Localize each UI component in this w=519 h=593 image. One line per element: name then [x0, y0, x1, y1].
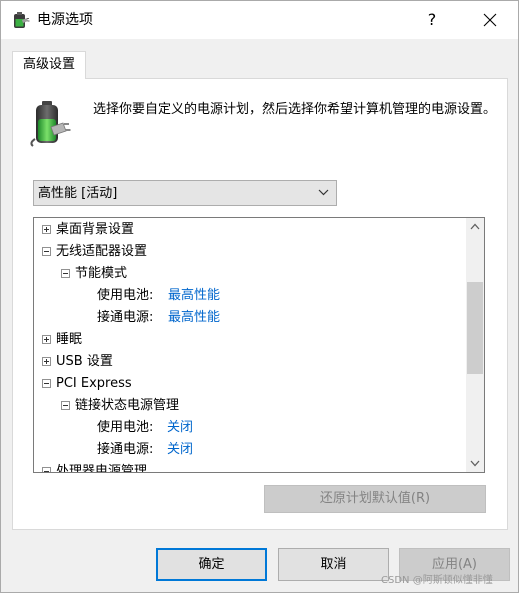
tree-item-label: 睡眠: [56, 332, 83, 347]
title-bar[interactable]: 电源选项 ?: [1, 1, 518, 39]
chevron-down-icon: [470, 460, 480, 467]
restore-defaults-button[interactable]: 还原计划默认值(R): [264, 485, 486, 513]
close-icon: [483, 13, 497, 27]
help-button[interactable]: ?: [411, 1, 453, 39]
expand-icon[interactable]: [42, 335, 51, 344]
scroll-up-button[interactable]: [466, 218, 484, 235]
tree-item-label: 无线适配器设置: [56, 244, 148, 259]
setting-value-link[interactable]: 最高性能: [168, 285, 220, 307]
tree-item-label: USB 设置: [56, 354, 113, 369]
setting-key: 使用电池:: [97, 420, 154, 435]
tab-advanced-settings[interactable]: 高级设置: [12, 51, 86, 79]
settings-tree[interactable]: 桌面背景设置 无线适配器设置 节能模式 使用电池: 最高性能 接通电源: 最高性…: [33, 217, 485, 473]
collapse-icon[interactable]: [42, 247, 51, 256]
power-plan-dropdown[interactable]: 高性能 [活动]: [33, 180, 337, 206]
watermark: CSDN @阿斯顿似懂非懂: [381, 575, 493, 586]
chevron-down-icon: [318, 189, 329, 196]
power-options-dialog: 电源选项 ? 高级设置 选择你要自定义的电源计划，然后选择你希望计算机管理的电源…: [0, 0, 519, 593]
collapse-icon[interactable]: [42, 379, 51, 388]
expand-icon[interactable]: [42, 357, 51, 366]
setting-key: 接通电源:: [97, 310, 154, 325]
setting-value-link[interactable]: 最高性能: [168, 307, 220, 329]
battery-plug-icon: [30, 101, 71, 147]
expand-icon[interactable]: [42, 225, 51, 234]
cancel-button[interactable]: 取消: [278, 548, 389, 581]
setting-value-link[interactable]: 关闭: [167, 417, 193, 439]
tree-item-label: 桌面背景设置: [56, 222, 135, 237]
collapse-icon[interactable]: [61, 401, 70, 410]
tree-item-label: 节能模式: [75, 266, 128, 281]
tree-scrollbar[interactable]: [466, 218, 484, 472]
scroll-thumb[interactable]: [467, 282, 483, 374]
close-button[interactable]: [467, 1, 513, 39]
setting-key: 接通电源:: [97, 442, 154, 457]
setting-key: 使用电池:: [97, 288, 154, 303]
scroll-down-button[interactable]: [466, 455, 484, 472]
power-options-icon: [14, 12, 30, 28]
window-title: 电源选项: [37, 12, 93, 28]
chevron-up-icon: [470, 223, 480, 230]
collapse-icon[interactable]: [42, 467, 51, 472]
description-text: 选择你要自定义的电源计划，然后选择你希望计算机管理的电源设置。: [93, 102, 497, 117]
tree-item-label: 处理器电源管理: [56, 464, 148, 473]
tree-item-label: 链接状态电源管理: [75, 398, 180, 413]
power-plan-selected: 高性能 [活动]: [38, 186, 118, 201]
setting-value-link[interactable]: 关闭: [167, 439, 193, 461]
tree-item-label: PCI Express: [56, 376, 132, 391]
ok-button[interactable]: 确定: [156, 548, 267, 581]
collapse-icon[interactable]: [61, 269, 70, 278]
